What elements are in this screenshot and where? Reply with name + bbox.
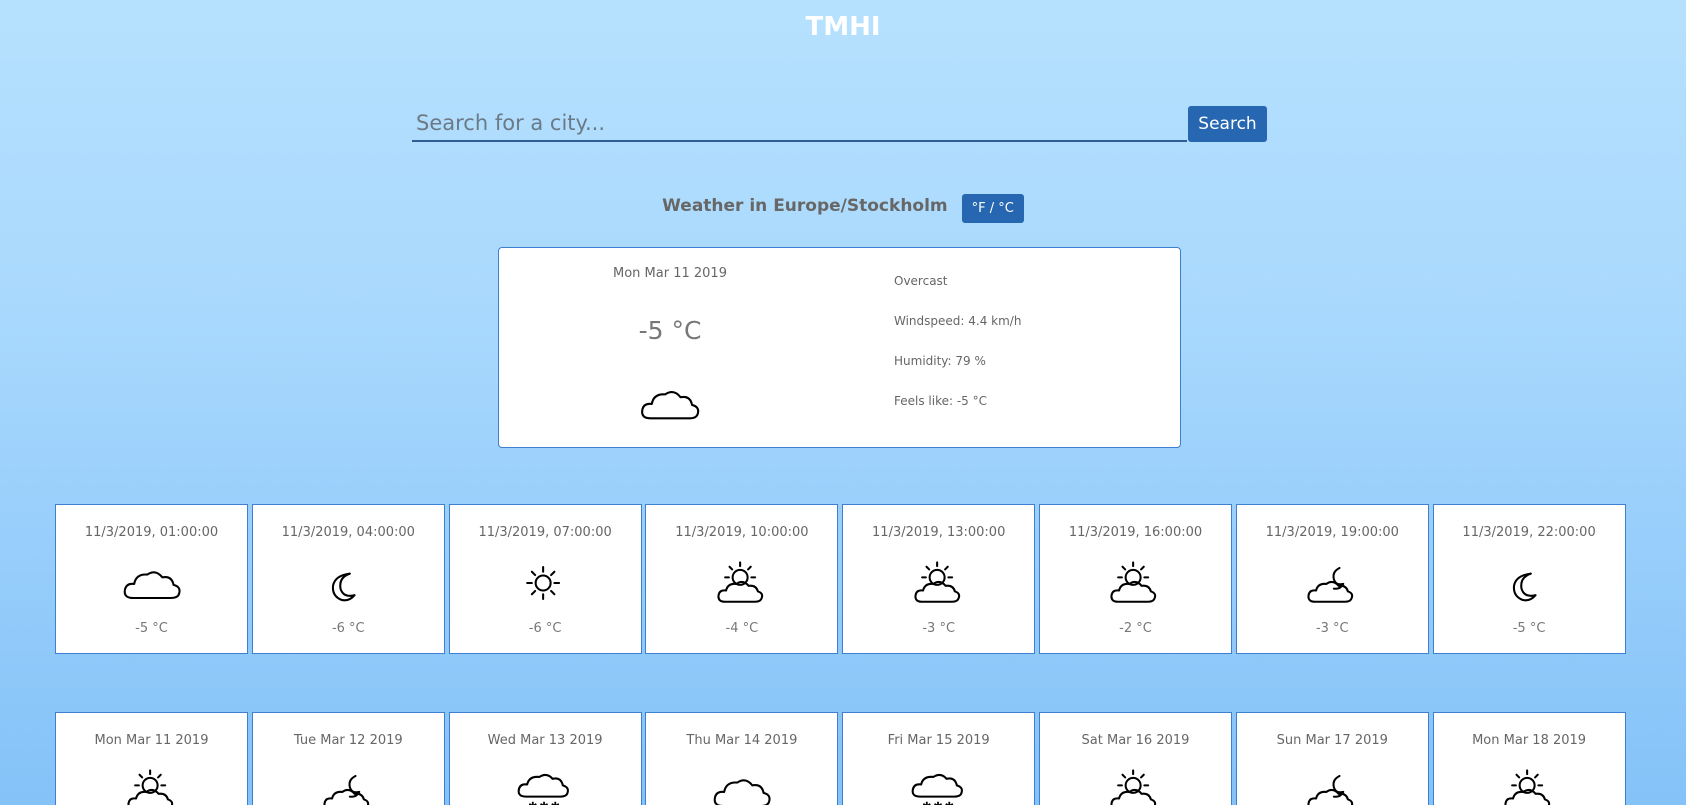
svg-text:✱: ✱ [551, 800, 560, 805]
hourly-time: 11/3/2019, 22:00:00 [1462, 525, 1596, 540]
cloud-icon [713, 779, 771, 805]
hourly-time: 11/3/2019, 10:00:00 [675, 525, 809, 540]
app-title: TMHI [805, 12, 881, 42]
search-button[interactable]: Search [1188, 106, 1267, 142]
daily-card: Tue Mar 12 2019 [251, 712, 445, 805]
hourly-temp: -6 °C [331, 621, 365, 636]
location-title: Weather in Europe/Stockholm [662, 195, 948, 216]
daily-forecast: Mon Mar 11 2019 Tue Mar 12 2019 Wed Mar … [55, 712, 1626, 805]
partly-cloudy-night-icon [1302, 767, 1362, 805]
partly-cloudy-day-icon [1110, 769, 1157, 805]
partly-cloudy-day-icon [717, 561, 764, 603]
hourly-temp: -2 °C [1119, 621, 1152, 636]
daily-card: Thu Mar 14 2019 [645, 712, 839, 805]
moon-icon [1499, 559, 1559, 607]
svg-text:✱: ✱ [933, 800, 942, 805]
svg-text:✱: ✱ [528, 800, 537, 805]
snow-icon: ✱✱✱ [515, 767, 575, 805]
partly-cloudy-night-icon [1307, 566, 1354, 603]
partly-cloudy-day-icon [914, 561, 960, 603]
cloud-icon [122, 559, 182, 607]
search-bar: Search [412, 106, 1267, 142]
snow-icon: ✱✱✱ [517, 773, 570, 805]
location-header: Weather in Europe/Stockholm °F / °C [0, 188, 1686, 223]
moon-icon [332, 572, 356, 602]
svg-text:✱: ✱ [922, 800, 931, 805]
svg-text:✱: ✱ [944, 800, 953, 805]
cloud-icon [641, 391, 700, 420]
current-details: Overcast Windspeed: 4.4 km/h Humidity: 7… [894, 274, 1021, 434]
partly-cloudy-day-icon [1504, 769, 1551, 805]
hourly-card: 11/3/2019, 16:00:00 -2 °C [1038, 504, 1232, 654]
cloud-icon [636, 380, 704, 426]
daily-date: Thu Mar 14 2019 [686, 733, 798, 748]
daily-card: Sat Mar 16 2019 [1038, 712, 1232, 805]
partly-cloudy-night-icon [318, 767, 378, 805]
hourly-card: 11/3/2019, 07:00:00 -6 °C [448, 504, 642, 654]
hourly-card: 11/3/2019, 19:00:00 -3 °C [1235, 504, 1429, 654]
partly-cloudy-night-icon [323, 774, 370, 805]
daily-card: Mon Mar 11 2019 [55, 712, 248, 805]
current-temperature: -5 °C [638, 316, 702, 345]
current-humidity: Humidity: 79 % [894, 354, 986, 368]
hourly-time: 11/3/2019, 07:00:00 [478, 525, 612, 540]
hourly-time: 11/3/2019, 13:00:00 [872, 525, 1006, 540]
current-windspeed: Windspeed: 4.4 km/h [894, 314, 1022, 328]
partly-cloudy-night-icon [1302, 559, 1362, 607]
daily-date: Sun Mar 17 2019 [1276, 733, 1388, 748]
sun-icon [526, 566, 561, 600]
hourly-time: 11/3/2019, 16:00:00 [1068, 525, 1203, 540]
current-date: Mon Mar 11 2019 [613, 266, 727, 281]
current-summary: Overcast [894, 274, 948, 288]
daily-card: Wed Mar 13 2019 ✱✱✱ [448, 712, 642, 805]
hourly-time: 11/3/2019, 19:00:00 [1265, 525, 1399, 540]
daily-date: Fri Mar 15 2019 [887, 733, 990, 748]
unit-toggle-button[interactable]: °F / °C [961, 194, 1024, 223]
partly-cloudy-day-icon [126, 769, 173, 805]
partly-cloudy-day-icon [1105, 767, 1165, 805]
daily-card: Mon Mar 18 2019 [1432, 712, 1626, 805]
moon-icon [1512, 572, 1537, 602]
partly-cloudy-day-icon [1110, 561, 1157, 603]
partly-cloudy-day-icon [1499, 767, 1559, 805]
hourly-card: 11/3/2019, 04:00:00 -6 °C [251, 504, 445, 654]
hourly-time: 11/3/2019, 01:00:00 [84, 525, 219, 540]
svg-text:✱: ✱ [539, 800, 548, 805]
hourly-card: 11/3/2019, 13:00:00 -3 °C [842, 504, 1036, 654]
hourly-time: 11/3/2019, 04:00:00 [281, 525, 415, 540]
daily-date: Mon Mar 11 2019 [94, 733, 209, 748]
hourly-temp: -5 °C [1512, 621, 1546, 636]
partly-cloudy-day-icon [712, 559, 772, 607]
search-input[interactable] [412, 106, 1187, 142]
partly-cloudy-day-icon [1105, 559, 1165, 607]
cloud-icon [712, 767, 772, 805]
moon-icon [318, 559, 378, 607]
snow-icon: ✱✱✱ [911, 773, 963, 805]
hourly-card: 11/3/2019, 01:00:00 -5 °C [55, 504, 248, 654]
daily-date: Wed Mar 13 2019 [487, 733, 603, 748]
hourly-temp: -4 °C [725, 621, 759, 636]
partly-cloudy-day-icon [122, 767, 182, 805]
hourly-card: 11/3/2019, 22:00:00 -5 °C [1432, 504, 1626, 654]
daily-card: Fri Mar 15 2019 ✱✱✱ [842, 712, 1036, 805]
hourly-temp: -3 °C [922, 621, 956, 636]
current-feels-like: Feels like: -5 °C [894, 394, 987, 408]
partly-cloudy-night-icon [1307, 774, 1354, 805]
hourly-forecast: 11/3/2019, 01:00:00 -5 °C 11/3/2019, 04:… [55, 504, 1626, 654]
sun-icon [515, 559, 575, 607]
partly-cloudy-day-icon [909, 559, 969, 607]
daily-date: Sat Mar 16 2019 [1081, 733, 1190, 748]
hourly-temp: -3 °C [1315, 621, 1349, 636]
daily-date: Tue Mar 12 2019 [293, 733, 403, 748]
daily-date: Mon Mar 18 2019 [1472, 733, 1587, 748]
hourly-card: 11/3/2019, 10:00:00 -4 °C [645, 504, 839, 654]
hourly-temp: -5 °C [135, 621, 168, 636]
cloud-icon [123, 571, 181, 600]
hourly-temp: -6 °C [528, 621, 562, 636]
snow-icon: ✱✱✱ [909, 767, 969, 805]
daily-card: Sun Mar 17 2019 [1235, 712, 1429, 805]
current-weather-card: Mon Mar 11 2019 -5 °C Overcast Windspeed… [498, 247, 1181, 448]
